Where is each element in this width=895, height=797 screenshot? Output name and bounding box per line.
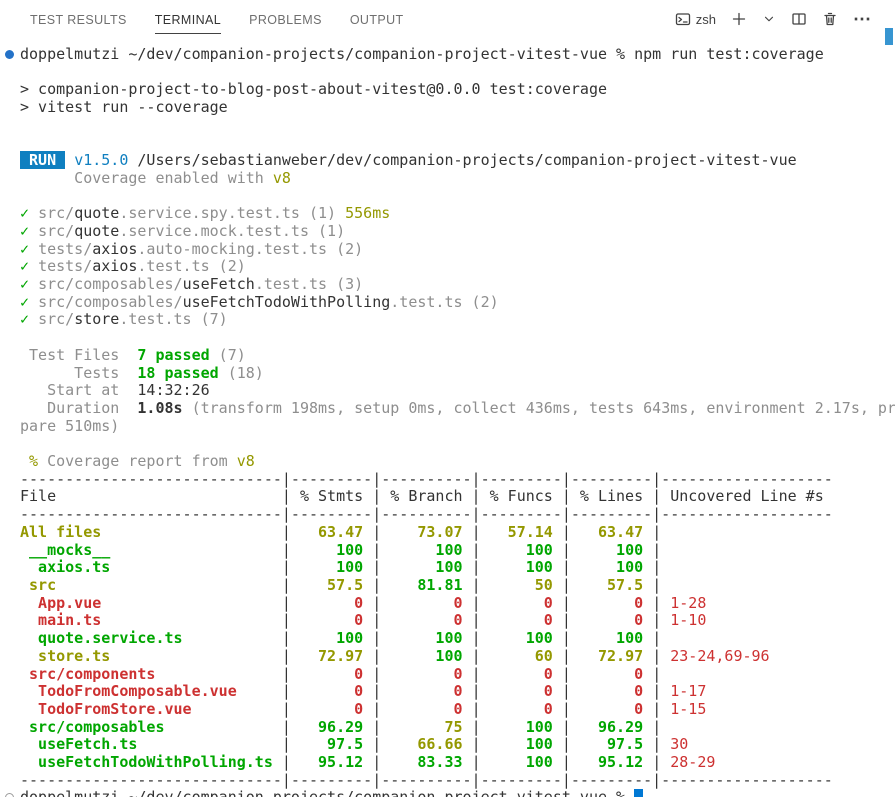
- more-actions-button[interactable]: ⋯: [853, 14, 871, 24]
- terminal-line: [20, 329, 895, 347]
- terminal-line: Start at 14:32:26: [20, 382, 895, 400]
- terminal-line: ✓ tests/axios.auto-mocking.test.ts (2): [20, 241, 895, 259]
- terminal-line: pare 510ms): [20, 418, 895, 436]
- terminal-line: > companion-project-to-blog-post-about-v…: [20, 81, 895, 99]
- terminal-line: App.vue | 0 | 0 | 0 | 0 | 1-28: [20, 595, 895, 613]
- terminal-line: doppelmutzi ~/dev/companion-projects/com…: [20, 789, 895, 797]
- launch-profile-dropdown[interactable]: [762, 12, 776, 26]
- terminal-line: store.ts | 72.97 | 100 | 60 | 72.97 | 23…: [20, 648, 895, 666]
- terminal-line: % Coverage report from v8: [20, 453, 895, 471]
- tab-test-results[interactable]: TEST RESULTS: [30, 4, 127, 34]
- ellipsis-icon: ⋯: [853, 14, 871, 24]
- terminal[interactable]: doppelmutzi ~/dev/companion-projects/com…: [0, 38, 895, 797]
- terminal-profile-button[interactable]: zsh: [675, 11, 716, 27]
- chevron-down-icon: [762, 12, 776, 26]
- terminal-line: Tests 18 passed (18): [20, 365, 895, 383]
- terminal-line: -----------------------------|---------|…: [20, 506, 895, 524]
- shell-label: zsh: [696, 12, 716, 27]
- terminal-line: ✓ tests/axios.test.ts (2): [20, 258, 895, 276]
- terminal-line: quote.service.ts | 100 | 100 | 100 | 100…: [20, 630, 895, 648]
- terminal-line: Duration 1.08s (transform 198ms, setup 0…: [20, 400, 895, 418]
- terminal-line: [20, 64, 895, 82]
- terminal-line: ✓ src/store.test.ts (7): [20, 311, 895, 329]
- terminal-line: main.ts | 0 | 0 | 0 | 0 | 1-10: [20, 612, 895, 630]
- terminal-toolbar: zsh: [675, 11, 885, 27]
- panel-tabs: TEST RESULTS TERMINAL PROBLEMS OUTPUT: [30, 0, 404, 38]
- terminal-line: ✓ src/quote.service.spy.test.ts (1) 556m…: [20, 205, 895, 223]
- terminal-line: [20, 134, 895, 152]
- terminal-line: TodoFromStore.vue | 0 | 0 | 0 | 0 | 1-15: [20, 701, 895, 719]
- terminal-line: TodoFromComposable.vue | 0 | 0 | 0 | 0 |…: [20, 683, 895, 701]
- tab-output[interactable]: OUTPUT: [350, 4, 404, 34]
- terminal-line: useFetch.ts | 97.5 | 66.66 | 100 | 97.5 …: [20, 736, 895, 754]
- terminal-line: src | 57.5 | 81.81 | 50 | 57.5 |: [20, 577, 895, 595]
- panel-tabbar: TEST RESULTS TERMINAL PROBLEMS OUTPUT zs…: [0, 0, 895, 38]
- terminal-line: RUN v1.5.0 /Users/sebastianweber/dev/com…: [20, 152, 895, 170]
- terminal-line: __mocks__ | 100 | 100 | 100 | 100 |: [20, 542, 895, 560]
- terminal-cursor: [634, 789, 643, 797]
- tab-problems[interactable]: PROBLEMS: [249, 4, 322, 34]
- terminal-line: Coverage enabled with v8: [20, 170, 895, 188]
- terminal-line: [20, 117, 895, 135]
- terminal-line: src/composables | 96.29 | 75 | 100 | 96.…: [20, 719, 895, 737]
- trash-icon: [822, 11, 838, 27]
- command-decoration-icon: [5, 50, 14, 59]
- split-terminal-button[interactable]: [791, 11, 807, 27]
- terminal-line: -----------------------------|---------|…: [20, 772, 895, 790]
- terminal-line: Test Files 7 passed (7): [20, 347, 895, 365]
- terminal-line: ✓ src/composables/useFetch.test.ts (3): [20, 276, 895, 294]
- tab-terminal[interactable]: TERMINAL: [155, 4, 221, 34]
- terminal-line: All files | 63.47 | 73.07 | 57.14 | 63.4…: [20, 524, 895, 542]
- terminal-line: [20, 188, 895, 206]
- terminal-line: ✓ src/quote.service.mock.test.ts (1): [20, 223, 895, 241]
- terminal-icon: [675, 11, 691, 27]
- terminal-line: src/components | 0 | 0 | 0 | 0 |: [20, 666, 895, 684]
- new-terminal-button[interactable]: [731, 11, 747, 27]
- terminal-line: ✓ src/composables/useFetchTodoWithPollin…: [20, 294, 895, 312]
- terminal-line: [20, 435, 895, 453]
- terminal-line: File | % Stmts | % Branch | % Funcs | % …: [20, 488, 895, 506]
- terminal-line: > vitest run --coverage: [20, 99, 895, 117]
- scrollbar-command-marker: [885, 28, 893, 45]
- plus-icon: [731, 11, 747, 27]
- split-terminal-icon: [791, 11, 807, 27]
- terminal-content: doppelmutzi ~/dev/companion-projects/com…: [20, 46, 895, 797]
- terminal-line: doppelmutzi ~/dev/companion-projects/com…: [20, 46, 895, 64]
- terminal-line: axios.ts | 100 | 100 | 100 | 100 |: [20, 559, 895, 577]
- command-decoration-icon: [5, 793, 14, 797]
- kill-terminal-button[interactable]: [822, 11, 838, 27]
- terminal-line: -----------------------------|---------|…: [20, 471, 895, 489]
- terminal-line: useFetchTodoWithPolling.ts | 95.12 | 83.…: [20, 754, 895, 772]
